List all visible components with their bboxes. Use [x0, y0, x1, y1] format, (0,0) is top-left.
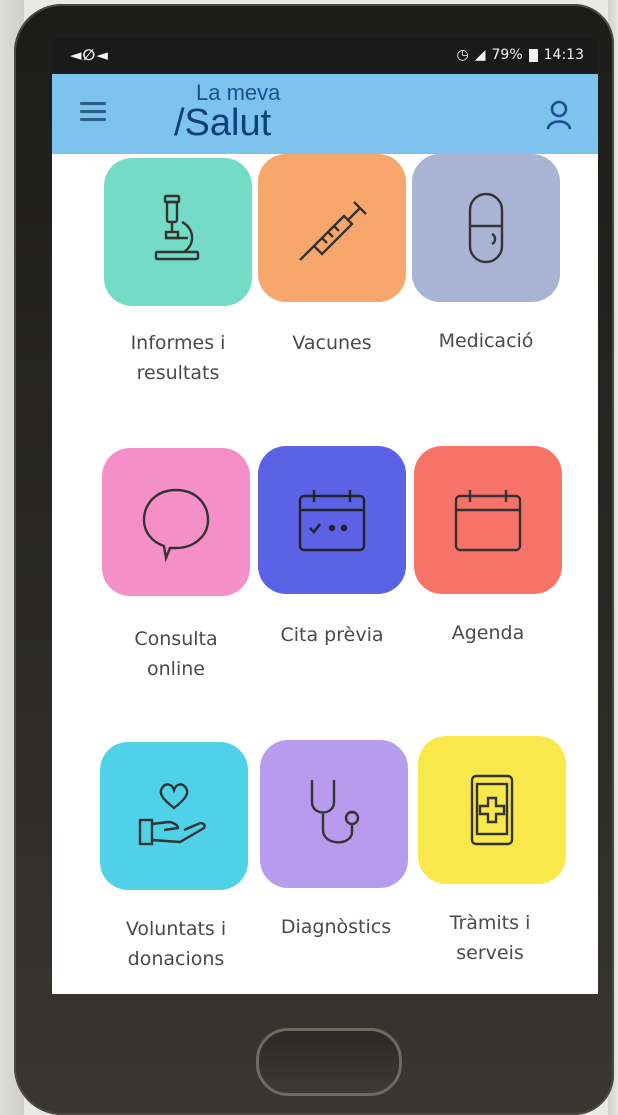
- tile-agenda-button[interactable]: [414, 446, 562, 594]
- signal-icon: ◢: [474, 47, 486, 63]
- logo-line2: /Salut: [174, 102, 272, 144]
- microscope-icon: [154, 194, 200, 261]
- tile-vacunes-label: Vacunes: [292, 332, 372, 354]
- chat-bubble-icon: [142, 488, 210, 562]
- user-icon[interactable]: [546, 100, 572, 130]
- tile-informes-button[interactable]: [104, 158, 252, 306]
- pill-icon: [468, 192, 504, 264]
- stethoscope-icon: [310, 780, 360, 844]
- medical-tablet-icon: [470, 774, 514, 846]
- tile-cita-label: Cita prèvia: [280, 624, 384, 646]
- heart-hand-icon: [138, 783, 206, 846]
- app-screen: ◄∅◄ ◷ ◢ 79% 14:13 La meva /Salut Informe…: [52, 38, 598, 994]
- alarm-icon: ◷: [456, 47, 469, 63]
- tile-diagnostics-button[interactable]: [260, 740, 408, 888]
- tile-informes-label: Informes i resultats: [130, 332, 226, 384]
- tile-consulta-label: Consulta online: [134, 628, 218, 680]
- app-header: La meva /Salut: [52, 74, 598, 154]
- tile-cita-button[interactable]: [258, 446, 406, 594]
- tile-diagnostics-label: Diagnòstics: [280, 916, 392, 938]
- tile-voluntats-button[interactable]: [100, 742, 248, 890]
- clock: 14:13: [543, 47, 584, 63]
- status-bar: ◄∅◄ ◷ ◢ 79% 14:13: [52, 38, 598, 74]
- tile-medicacio-label: Medicació: [438, 330, 534, 352]
- tile-tramits-label: Tràmits i serveis: [449, 912, 531, 964]
- tile-voluntats-label: Voluntats i donacions: [125, 918, 227, 970]
- tile-agenda-label: Agenda: [451, 622, 525, 644]
- home-button[interactable]: [256, 1028, 402, 1096]
- phone-frame: ◄∅◄ ◷ ◢ 79% 14:13 La meva /Salut Informe…: [14, 4, 614, 1115]
- services-grid: Informes i resultats Vacunes Medicació C…: [52, 154, 598, 994]
- tile-medicacio-button[interactable]: [412, 154, 560, 302]
- battery-percent: 79%: [491, 47, 523, 63]
- syringe-icon: [299, 201, 367, 261]
- status-right-group: ◷ ◢ 79% 14:13: [457, 47, 584, 63]
- status-notification-icons: ◄∅◄: [70, 46, 109, 64]
- tile-tramits-button[interactable]: [418, 736, 566, 884]
- battery-icon: [528, 48, 538, 62]
- tile-consulta-button[interactable]: [102, 448, 250, 596]
- tile-vacunes-button[interactable]: [258, 154, 406, 302]
- calendar-icon: [454, 490, 522, 552]
- hamburger-icon[interactable]: [80, 102, 106, 124]
- calendar-check-icon: [298, 490, 366, 552]
